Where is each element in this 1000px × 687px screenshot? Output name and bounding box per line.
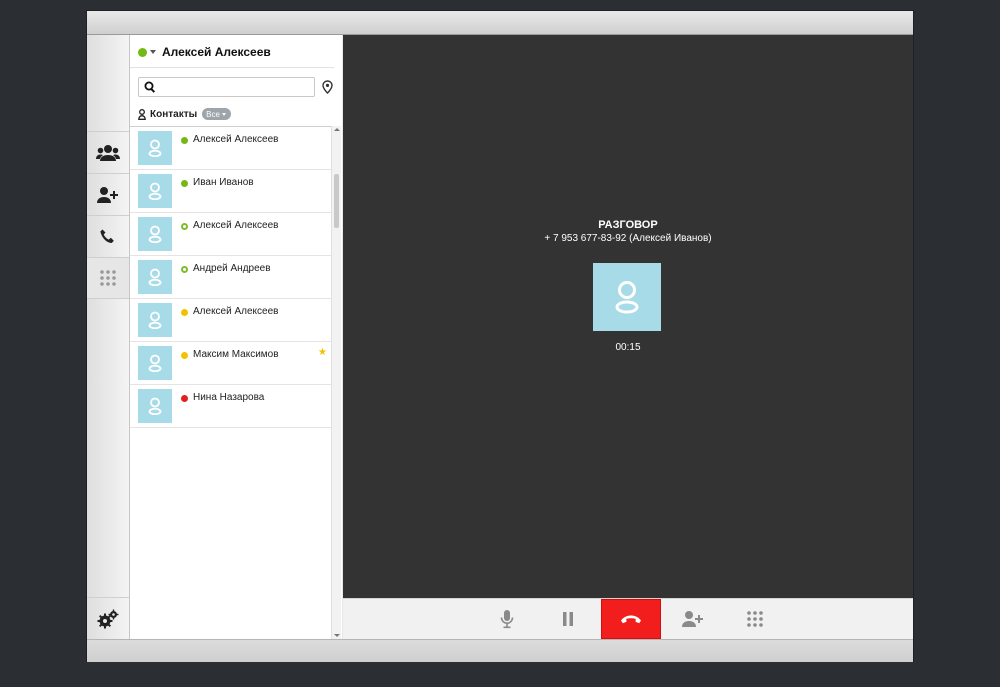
contact-name: Нина Назарова [193, 392, 265, 403]
add-contact-icon [97, 186, 118, 203]
divider [130, 67, 334, 68]
current-user[interactable]: Алексей Алексеев [138, 43, 271, 61]
status-dot [181, 352, 188, 359]
add-participant-button[interactable] [663, 599, 723, 639]
status-dot [181, 266, 188, 273]
contact-row[interactable]: Алексей Алексеев [130, 212, 331, 255]
chevron-down-icon[interactable] [150, 50, 156, 54]
contact-name: Иван Иванов [193, 177, 254, 188]
mute-button[interactable] [477, 599, 537, 639]
status-dot [181, 395, 188, 402]
filter-label: Все [206, 109, 220, 119]
contact-row[interactable]: Андрей Андреев [130, 255, 331, 298]
avatar [138, 131, 172, 165]
call-timer: 00:15 [615, 342, 641, 353]
contact-row[interactable]: Максим Максимов ★ [130, 341, 331, 384]
person-outline-icon [148, 268, 162, 286]
nav-dialpad-button[interactable] [87, 257, 129, 299]
hangup-button[interactable] [601, 599, 661, 639]
dialpad-icon [100, 270, 116, 286]
contact-name: Максим Максимов [193, 349, 279, 360]
person-outline-icon [138, 108, 146, 120]
avatar [138, 346, 172, 380]
status-dot [181, 180, 188, 187]
person-outline-icon [615, 281, 639, 314]
chevron-down-icon [221, 112, 226, 116]
user-name: Алексей Алексеев [162, 45, 271, 59]
status-dot [181, 223, 188, 230]
call-title: РАЗГОВОР [598, 219, 658, 231]
nav-contacts-button[interactable] [87, 131, 129, 173]
avatar [138, 217, 172, 251]
microphone-icon [500, 610, 514, 629]
contacts-filter-dropdown[interactable]: Все [202, 108, 231, 120]
call-dialpad-button[interactable] [725, 599, 785, 639]
location-pin-icon[interactable] [322, 80, 333, 94]
search-input[interactable] [161, 79, 309, 95]
status-dot [181, 309, 188, 316]
contacts-label: Контакты [150, 108, 198, 120]
avatar [138, 174, 172, 208]
dialpad-icon [747, 611, 763, 627]
settings-icon [97, 609, 119, 628]
person-outline-icon [148, 182, 162, 200]
call-avatar [593, 263, 661, 331]
contact-name: Алексей Алексеев [193, 306, 279, 317]
contacts-group-icon [96, 144, 120, 161]
contact-row[interactable]: Алексей Алексеев [130, 298, 331, 341]
person-outline-icon [148, 311, 162, 329]
contact-row[interactable]: Алексей Алексеев [130, 126, 331, 169]
contacts-header: Контакты Все [138, 107, 231, 121]
phone-icon [100, 229, 114, 243]
settings-button[interactable] [87, 597, 129, 639]
avatar [138, 303, 172, 337]
hold-button[interactable] [538, 599, 598, 639]
app-window: Алексей Алексеев Контакты Все Алексей Ал… [87, 11, 913, 662]
call-number: + 7 953 677-83-92 (Алексей Иванов) [544, 233, 712, 244]
contact-row[interactable]: Иван Иванов [130, 169, 331, 212]
scroll-down-arrow[interactable] [334, 634, 340, 637]
status-bar [87, 639, 913, 662]
contact-list-scrollbar[interactable] [331, 126, 341, 639]
contact-name: Алексей Алексеев [193, 220, 279, 231]
scroll-thumb[interactable] [334, 174, 339, 228]
user-status-dot[interactable] [138, 47, 147, 57]
avatar [138, 260, 172, 294]
scroll-up-arrow[interactable] [334, 128, 340, 131]
nav-add-contact-button[interactable] [87, 173, 129, 215]
search-box[interactable] [138, 77, 315, 97]
search-icon [144, 81, 156, 93]
person-outline-icon [148, 139, 162, 157]
call-controls [343, 598, 913, 639]
contact-list: Алексей Алексеев Иван Иванов Алексей Алекс… [130, 126, 331, 428]
person-outline-icon [148, 354, 162, 372]
contacts-panel: Алексей Алексеев Контакты Все Алексей Ал… [130, 35, 342, 639]
contact-name: Андрей Андреев [193, 263, 271, 274]
person-outline-icon [148, 397, 162, 415]
nav-rail [87, 35, 130, 639]
call-view: РАЗГОВОР + 7 953 677-83-92 (Алексей Иван… [343, 35, 913, 598]
contact-row[interactable]: Нина Назарова [130, 384, 331, 428]
avatar [138, 389, 172, 423]
nav-calls-button[interactable] [87, 215, 129, 257]
hangup-icon [621, 615, 641, 624]
add-participant-icon [682, 611, 703, 627]
contact-name: Алексей Алексеев [193, 134, 279, 145]
status-dot [181, 137, 188, 144]
pause-icon [563, 612, 573, 626]
title-bar [87, 11, 913, 35]
person-outline-icon [148, 225, 162, 243]
favorite-star-icon[interactable]: ★ [318, 348, 327, 358]
